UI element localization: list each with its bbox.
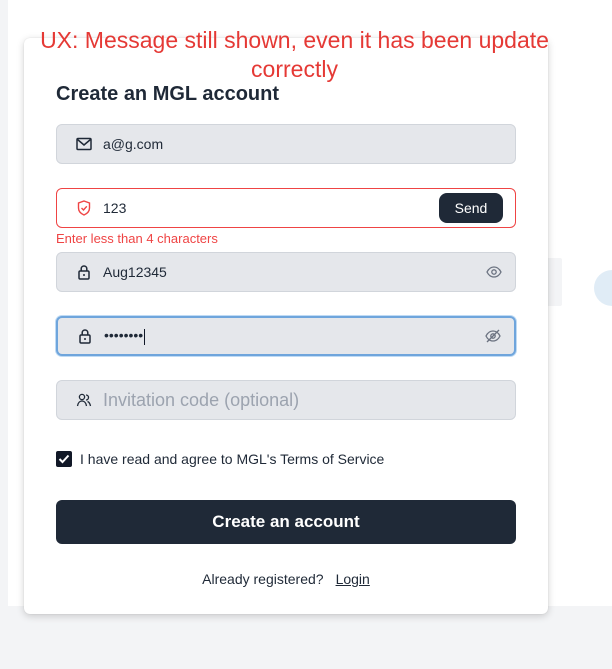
terms-row: I have read and agree to MGL's Terms of … bbox=[56, 451, 384, 467]
page-title: Create an MGL account bbox=[56, 83, 280, 105]
login-link[interactable]: Login bbox=[336, 571, 370, 587]
error-message: Enter less than 4 characters bbox=[56, 231, 218, 246]
invitation-code-field[interactable]: Invitation code (optional) bbox=[56, 380, 516, 420]
ux-annotation: UX: Message still shown, even it has bee… bbox=[24, 26, 565, 84]
password-field[interactable]: Aug12345 bbox=[56, 252, 516, 292]
verification-code-value: 123 bbox=[103, 200, 127, 216]
annotation-line-1: UX: Message still shown, even it has bee… bbox=[40, 27, 549, 53]
already-registered-text: Already registered? bbox=[202, 571, 324, 587]
text-caret bbox=[144, 328, 146, 345]
send-code-button[interactable]: Send bbox=[439, 193, 503, 223]
confirm-password-value-wrap: •••••••• bbox=[104, 327, 484, 345]
create-account-button[interactable]: Create an account bbox=[56, 500, 516, 544]
email-field[interactable]: a@g.com bbox=[56, 124, 516, 164]
background-bottom bbox=[0, 606, 612, 669]
eye-slash-icon[interactable] bbox=[484, 327, 502, 345]
login-prompt-row: Already registered? Login bbox=[24, 571, 548, 587]
email-value: a@g.com bbox=[103, 136, 164, 152]
terms-checkbox[interactable] bbox=[56, 451, 72, 467]
user-group-icon bbox=[75, 391, 93, 409]
lock-icon bbox=[76, 327, 94, 345]
confirm-password-value: •••••••• bbox=[104, 327, 144, 344]
lock-icon bbox=[75, 263, 93, 281]
password-value: Aug12345 bbox=[103, 264, 167, 280]
invitation-code-placeholder: Invitation code (optional) bbox=[103, 389, 300, 410]
mail-icon bbox=[75, 135, 93, 153]
shield-icon bbox=[75, 199, 93, 217]
terms-label[interactable]: I have read and agree to MGL's Terms of … bbox=[80, 451, 384, 467]
confirm-password-field[interactable]: •••••••• bbox=[56, 316, 516, 356]
annotation-line-2: correctly bbox=[251, 56, 338, 82]
check-icon bbox=[58, 454, 70, 464]
verification-code-field[interactable]: 123 Send bbox=[56, 188, 516, 228]
eye-icon[interactable] bbox=[485, 263, 503, 281]
